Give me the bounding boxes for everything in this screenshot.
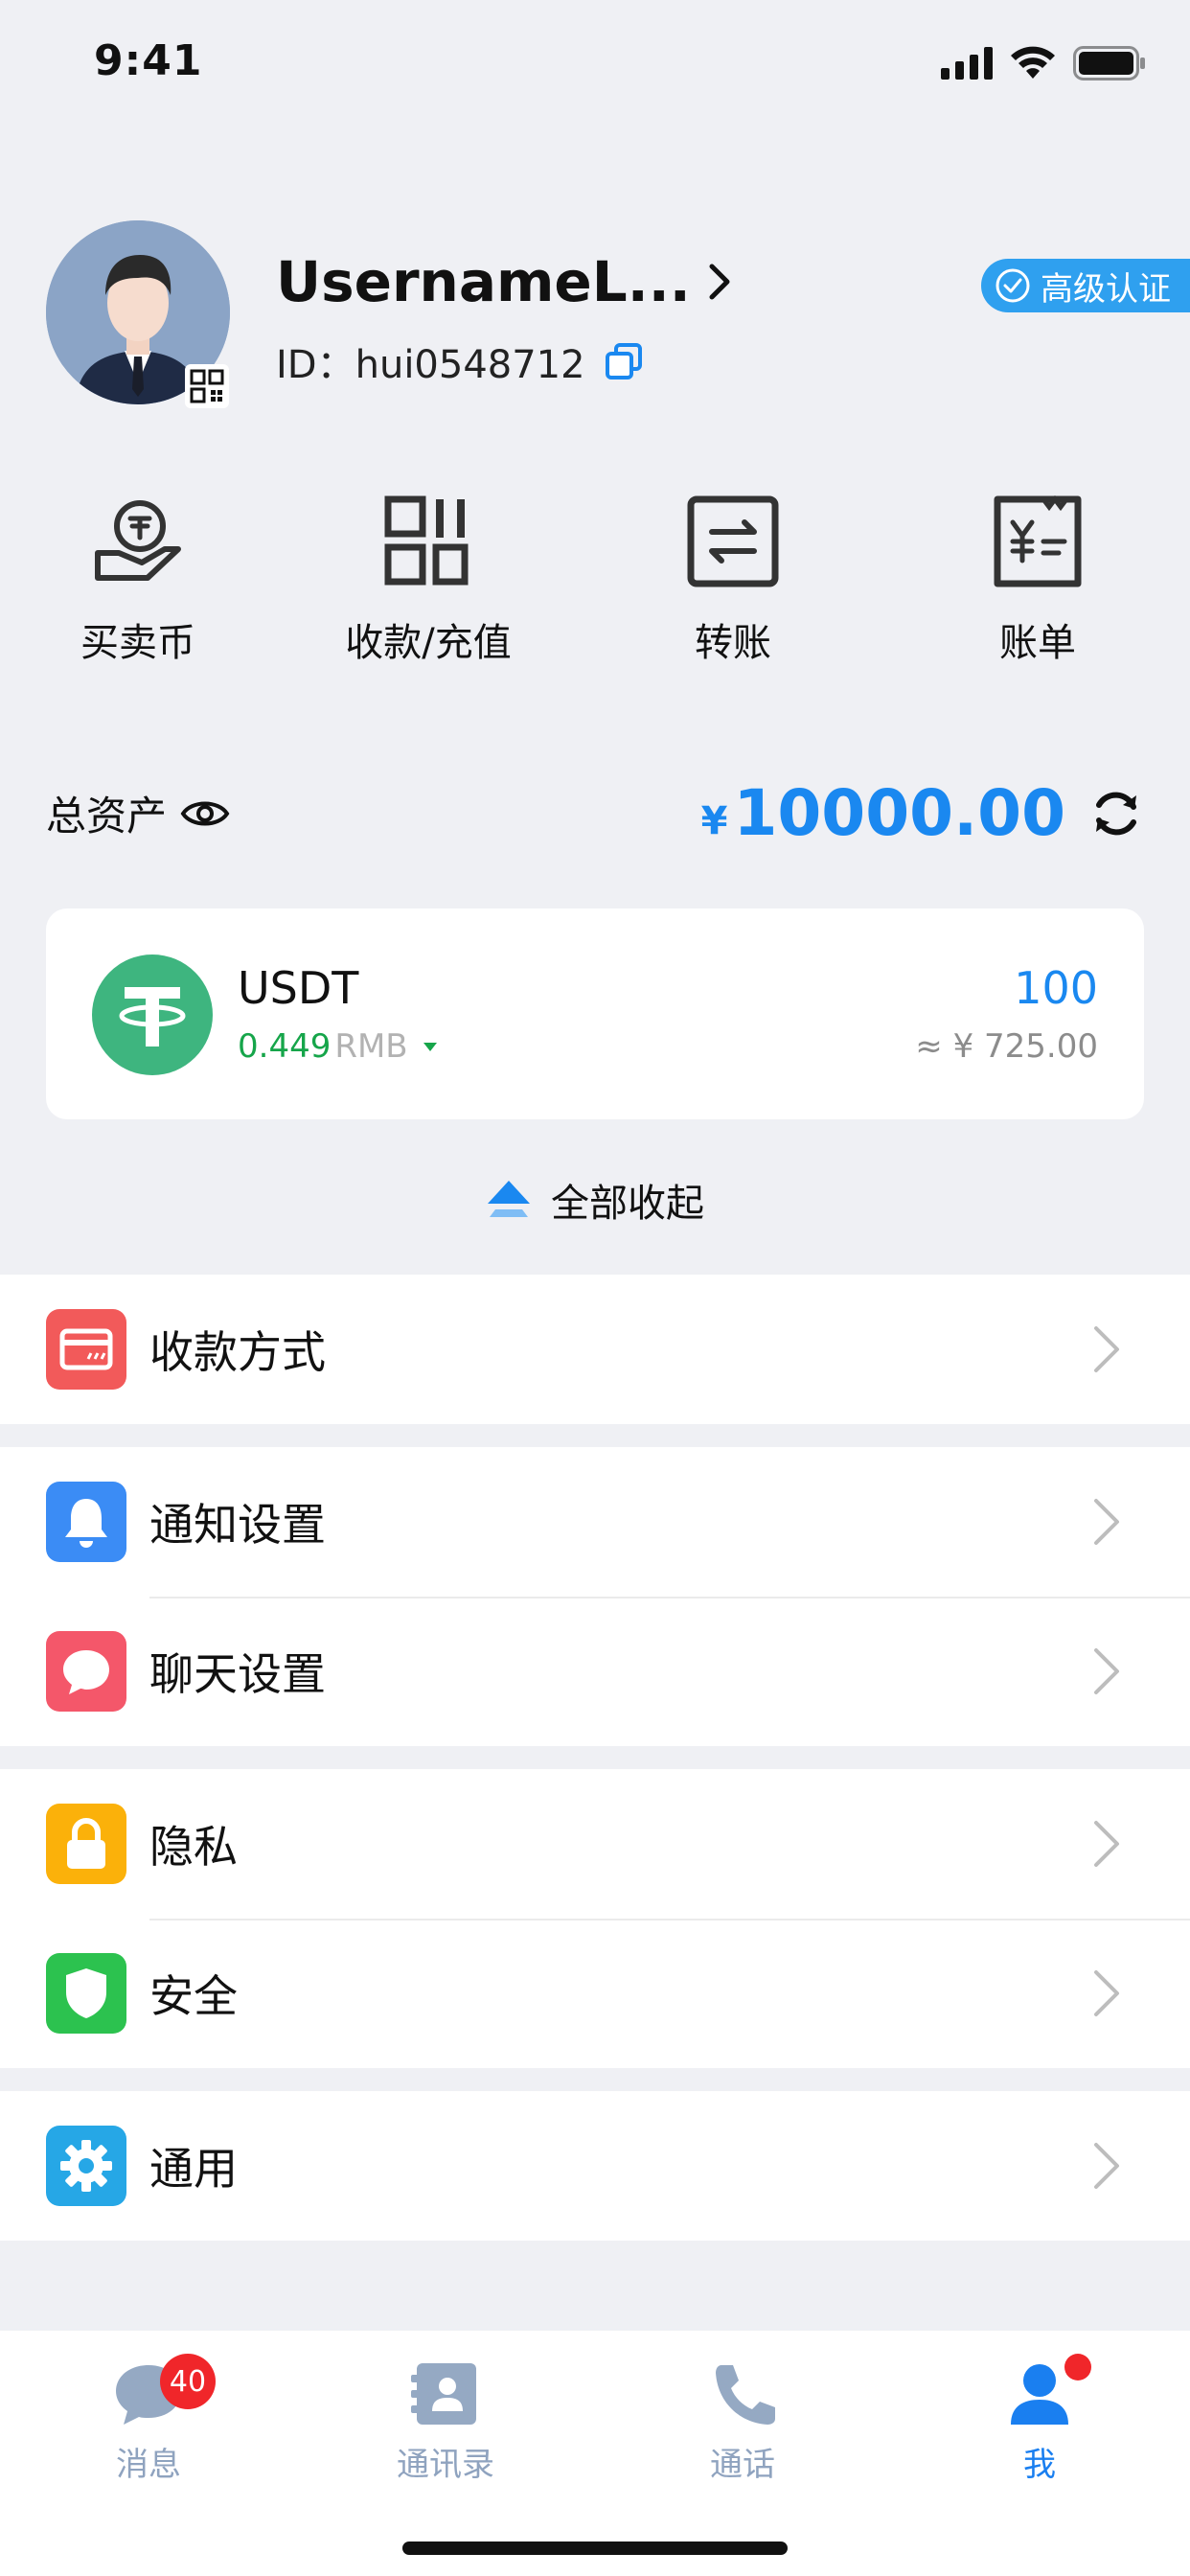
check-circle-icon [995, 268, 1030, 303]
coin-approx-value: ≈ ¥ 725.00 [915, 1027, 1098, 1066]
eye-icon[interactable] [180, 796, 230, 831]
tether-icon [92, 954, 213, 1075]
tab-calls[interactable]: 通话 [647, 2359, 838, 2485]
tab-me[interactable]: 我 [944, 2354, 1135, 2485]
menu-label: 聊天设置 [149, 1648, 326, 1700]
quick-action-receive-topup[interactable]: 收款/充值 [276, 489, 581, 680]
coin-card-usdt[interactable]: USDT 0.449 RMB 100 ≈ ¥ 725.00 [46, 908, 1144, 1119]
total-assets-row: 总资产 ¥ 10000.00 [46, 776, 1144, 853]
menu-item-general[interactable]: 通用 [0, 2091, 1190, 2241]
menu-group-privacy: 隐私 安全 [0, 1769, 1190, 2068]
status-time: 9:41 [94, 36, 203, 85]
qr-code-icon [384, 495, 469, 586]
menu-label: 安全 [149, 1970, 238, 2022]
contacts-book-icon [411, 2363, 476, 2425]
menu-group-settings: 通知设置 聊天设置 [0, 1447, 1190, 1746]
certification-badge[interactable]: 高级认证 [981, 259, 1190, 312]
quick-action-buy-sell[interactable]: 买卖币 [0, 489, 276, 680]
collapse-all-button[interactable]: 全部收起 [0, 1171, 1190, 1229]
tab-messages[interactable]: 40 消息 [53, 2354, 244, 2485]
quick-actions: 买卖币 收款/充值 转账 账单 [0, 489, 1190, 680]
shield-icon [46, 1953, 126, 2034]
chevron-right-icon [1094, 1648, 1119, 1694]
menu-item-security[interactable]: 安全 [0, 1919, 1190, 2068]
menu-group-general: 通用 [0, 2091, 1190, 2241]
certification-label: 高级认证 [1041, 269, 1171, 309]
tab-label: 通话 [710, 2446, 775, 2484]
menu-item-payment-methods[interactable]: 收款方式 [0, 1275, 1190, 1424]
battery-icon [1073, 46, 1145, 80]
transfer-icon [687, 495, 779, 587]
menu-item-chat-settings[interactable]: 聊天设置 [0, 1597, 1190, 1746]
qr-code-badge[interactable] [185, 364, 229, 408]
user-id-label: ID： [276, 343, 355, 387]
profile-header: UsernameL... ID：hui0548712 高级认证 [46, 220, 1190, 412]
assets-currency: ¥ [700, 798, 728, 843]
status-icons [941, 46, 1146, 80]
hand-coin-icon [95, 500, 181, 581]
tab-label: 我 [1023, 2446, 1056, 2484]
assets-amount: 10000.00 [733, 776, 1065, 850]
chevron-right-icon [1094, 1970, 1119, 2016]
quick-action-label: 账单 [999, 621, 1076, 665]
status-bar: 9:41 [0, 0, 1190, 125]
collapse-all-label: 全部收起 [551, 1182, 704, 1226]
quick-action-bill[interactable]: 账单 [885, 489, 1190, 680]
user-id-row: ID：hui0548712 [276, 334, 643, 389]
menu-label: 隐私 [149, 1821, 238, 1873]
tab-contacts[interactable]: 通讯录 [350, 2359, 541, 2485]
copy-icon[interactable] [605, 342, 643, 380]
menu-label: 收款方式 [149, 1326, 326, 1378]
messages-badge: 40 [160, 2354, 216, 2409]
phone-icon [716, 2365, 775, 2425]
down-triangle-icon [423, 1043, 437, 1051]
tab-label: 消息 [116, 2446, 181, 2484]
quick-action-transfer[interactable]: 转账 [581, 489, 885, 680]
coin-price: 0.449 [238, 1027, 332, 1066]
chat-bubble-icon [46, 1631, 126, 1712]
coin-name: USDT [238, 962, 359, 1014]
username: UsernameL... [276, 249, 691, 314]
refresh-icon[interactable] [1088, 786, 1144, 841]
chevron-right-icon [1094, 2143, 1119, 2189]
username-row[interactable]: UsernameL... [276, 249, 731, 314]
menu-group-payment: 收款方式 [0, 1275, 1190, 1424]
bill-icon [994, 494, 1082, 587]
lock-icon [46, 1804, 126, 1884]
tab-bar: 40 消息 通讯录 通话 我 [0, 2331, 1190, 2576]
chevron-right-icon [1094, 1326, 1119, 1372]
quick-action-label: 买卖币 [80, 621, 195, 665]
chevron-right-icon [1094, 1821, 1119, 1867]
tab-label: 通讯录 [397, 2446, 494, 2484]
wifi-icon [1011, 46, 1055, 79]
coin-price-row: 0.449 RMB [238, 1027, 445, 1066]
home-indicator [402, 2542, 788, 2555]
quick-action-label: 收款/充值 [345, 621, 512, 665]
signal-icon [941, 47, 993, 80]
menu-label: 通用 [149, 2143, 238, 2195]
menu-item-privacy[interactable]: 隐私 [0, 1769, 1190, 1919]
chevron-right-icon [1094, 1499, 1119, 1545]
collapse-up-icon [488, 1181, 530, 1217]
user-id-value: hui0548712 [355, 343, 585, 387]
total-assets-label: 总资产 [46, 793, 168, 840]
coin-price-unit: RMB [334, 1027, 408, 1066]
chevron-right-icon [709, 264, 730, 300]
payment-card-icon [46, 1309, 126, 1390]
coin-amount: 100 [1014, 962, 1098, 1014]
notification-dot [1064, 2354, 1091, 2380]
qr-code-icon [190, 369, 224, 403]
menu-item-notification-settings[interactable]: 通知设置 [0, 1447, 1190, 1597]
quick-action-label: 转账 [695, 621, 771, 665]
bell-icon [46, 1482, 126, 1562]
gear-icon [46, 2126, 126, 2206]
menu-label: 通知设置 [149, 1499, 326, 1551]
